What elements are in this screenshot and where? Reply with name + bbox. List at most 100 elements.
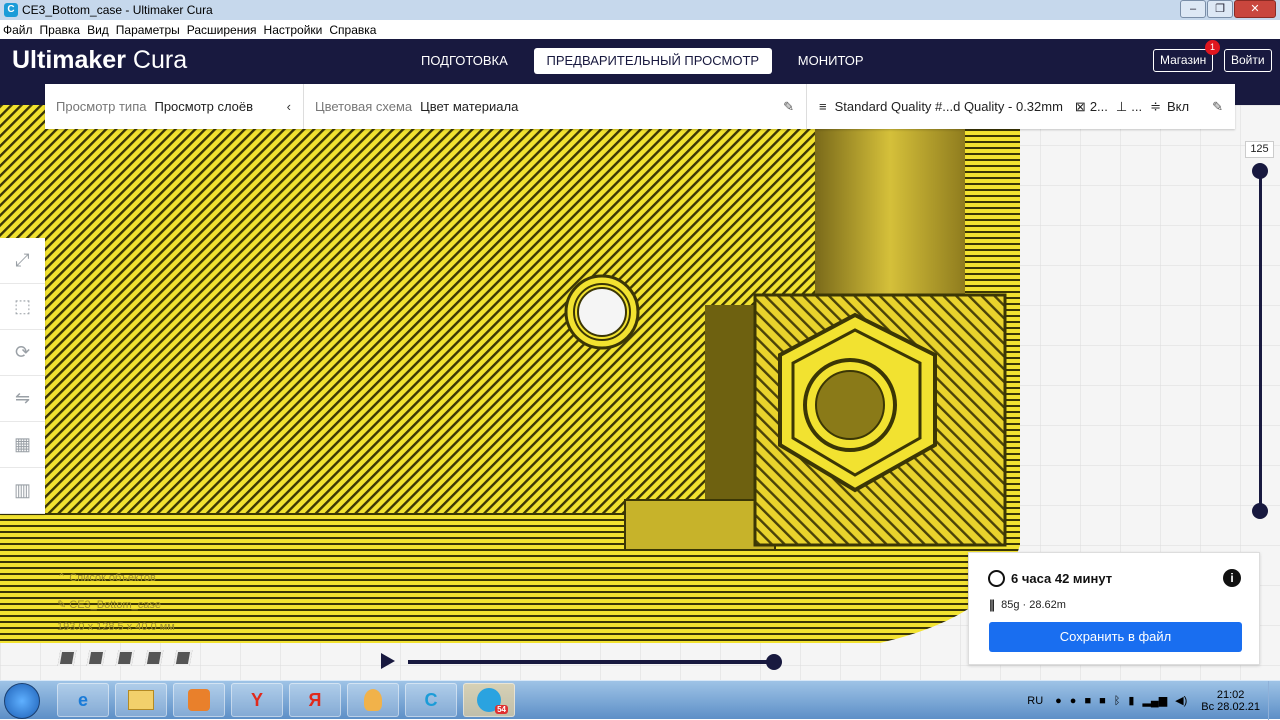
maximize-button[interactable]: ❐ bbox=[1207, 0, 1233, 18]
pencil-icon: ✎ bbox=[1212, 98, 1223, 114]
color-scheme-label: Цветовая схема bbox=[315, 99, 413, 114]
path-slider-handle[interactable] bbox=[766, 654, 782, 670]
signin-button[interactable]: Войти bbox=[1224, 49, 1272, 72]
adhesion-icon: ≑ bbox=[1150, 98, 1161, 114]
marketplace-button[interactable]: Магазин bbox=[1153, 49, 1214, 72]
network-icon[interactable]: ▂▄▆ bbox=[1142, 694, 1167, 707]
clock-time: 21:02 bbox=[1216, 688, 1245, 701]
support-icon: ⊥ bbox=[1115, 98, 1128, 114]
spool-icon: ||| bbox=[989, 597, 995, 612]
telegram-icon[interactable]: 54 bbox=[463, 683, 515, 717]
minimize-button[interactable]: – bbox=[1180, 0, 1206, 18]
object-dimensions: 193.0 x 128.5 x 40.0 мм bbox=[57, 621, 175, 633]
per-model-settings-icon[interactable]: ▦ bbox=[0, 422, 45, 468]
clock-icon bbox=[988, 570, 1005, 587]
yandex-icon[interactable]: Я bbox=[289, 683, 341, 717]
windows-taskbar: e Y Я C 54 RU ● ● ■ ■ ᛒ ▮ ▂▄▆ ◀) 21:02 В… bbox=[0, 680, 1280, 720]
tab-prepare[interactable]: ПОДГОТОВКА bbox=[405, 48, 524, 74]
volume-icon[interactable]: ◀) bbox=[1175, 694, 1187, 707]
media-player-icon[interactable] bbox=[173, 683, 225, 717]
marketplace-notification-badge: 1 bbox=[1205, 40, 1220, 55]
menu-preferences[interactable]: Настройки bbox=[264, 23, 323, 37]
support-blocker-icon[interactable]: ▥ bbox=[0, 468, 45, 514]
view-3d-icon[interactable] bbox=[57, 650, 77, 666]
view-right-icon[interactable] bbox=[173, 650, 193, 666]
menu-settings[interactable]: Параметры bbox=[116, 23, 180, 37]
info-icon[interactable]: i bbox=[1223, 569, 1241, 587]
tray-app-icon[interactable]: ● bbox=[1055, 695, 1062, 707]
ultimaker-cura-logo: Ultimaker Cura bbox=[12, 46, 187, 75]
layer-slider-track[interactable] bbox=[1259, 170, 1262, 512]
language-indicator[interactable]: RU bbox=[1027, 695, 1043, 707]
tray-app-icon[interactable]: ● bbox=[1070, 695, 1077, 707]
scale-tool-icon[interactable]: ⬚ bbox=[0, 284, 45, 330]
view-settings-toolbar: Просмотр типа Просмотр слоёв ‹ Цветовая … bbox=[45, 84, 1235, 129]
menu-help[interactable]: Справка bbox=[329, 23, 376, 37]
lightbulb-app-icon[interactable] bbox=[347, 683, 399, 717]
clock-date: Вс 28.02.21 bbox=[1201, 700, 1260, 713]
menu-bar: Файл Правка Вид Параметры Расширения Нас… bbox=[0, 20, 1280, 39]
view-type-selector[interactable]: Просмотр типа Просмотр слоёв ‹ bbox=[45, 84, 304, 129]
print-info-panel: 6 часа 42 минут i ||| 85g · 28.62m Сохра… bbox=[968, 552, 1260, 665]
menu-view[interactable]: Вид bbox=[87, 23, 109, 37]
menu-extensions[interactable]: Расширения bbox=[187, 23, 257, 37]
tool-panel: ⤢ ⬚ ⟳ ⇋ ▦ ▥ bbox=[0, 238, 45, 514]
bluetooth-icon[interactable]: ᛒ bbox=[1114, 695, 1121, 707]
color-scheme-selector[interactable]: Цветовая схема Цвет материала ✎ bbox=[304, 84, 807, 129]
view-left-icon[interactable] bbox=[144, 650, 164, 666]
tab-monitor[interactable]: МОНИТОР bbox=[782, 48, 880, 74]
close-button[interactable]: ✕ bbox=[1234, 0, 1276, 18]
tray-app-icon[interactable]: ■ bbox=[1084, 695, 1091, 707]
path-slider-track[interactable] bbox=[408, 660, 774, 664]
infill-value: 2... bbox=[1089, 99, 1108, 114]
profile-name: Standard Quality #...d Quality - 0.32mm bbox=[834, 99, 1063, 114]
stage-tabs: ПОДГОТОВКА ПРЕДВАРИТЕЛЬНЫЙ ПРОСМОТР МОНИ… bbox=[405, 48, 890, 74]
view-front-icon[interactable] bbox=[86, 650, 106, 666]
window-title: CE3_Bottom_case - Ultimaker Cura bbox=[22, 3, 213, 17]
save-to-file-button[interactable]: Сохранить в файл bbox=[989, 622, 1242, 652]
cura-app-icon: C bbox=[4, 3, 18, 17]
yandex-browser-icon[interactable]: Y bbox=[231, 683, 283, 717]
adhesion-value: Вкл bbox=[1166, 99, 1190, 114]
logo-light: Cura bbox=[132, 46, 188, 74]
quality-icon: ≡ bbox=[819, 99, 827, 114]
pencil-icon: ✎ bbox=[783, 98, 794, 114]
play-simulation-icon[interactable] bbox=[381, 653, 395, 669]
object-name-row: ✎ CE3_Bottom_case bbox=[57, 599, 161, 611]
logo-bold: Ultimaker bbox=[12, 46, 126, 74]
object-name: CE3_Bottom_case bbox=[69, 599, 161, 611]
view-type-label: Просмотр типа bbox=[56, 99, 147, 114]
layer-slider-lower-handle[interactable] bbox=[1252, 503, 1268, 519]
current-layer-input[interactable]: 125 bbox=[1245, 141, 1274, 158]
show-desktop-button[interactable] bbox=[1268, 681, 1280, 720]
material-usage: 85g · 28.62m bbox=[1001, 598, 1066, 611]
view-type-value: Просмотр слоёв bbox=[154, 99, 254, 114]
layer-slider-upper-handle[interactable] bbox=[1252, 163, 1268, 179]
view-top-icon[interactable] bbox=[115, 650, 135, 666]
power-icon[interactable]: ▮ bbox=[1128, 694, 1134, 707]
object-list-label: Список объектов bbox=[69, 572, 156, 584]
infill-icon: ⊠ bbox=[1074, 98, 1086, 114]
move-tool-icon[interactable]: ⤢ bbox=[0, 238, 45, 284]
menu-file[interactable]: Файл bbox=[3, 23, 33, 37]
rotate-tool-icon[interactable]: ⟳ bbox=[0, 330, 45, 376]
tab-preview[interactable]: ПРЕДВАРИТЕЛЬНЫЙ ПРОСМОТР bbox=[533, 48, 772, 74]
support-value: ... bbox=[1131, 99, 1143, 114]
chevron-left-icon: ‹ bbox=[286, 99, 291, 114]
print-settings-selector[interactable]: ≡ Standard Quality #...d Quality - 0.32m… bbox=[807, 84, 1235, 129]
start-button[interactable] bbox=[4, 683, 40, 719]
tray-app-icon[interactable]: ■ bbox=[1099, 695, 1106, 707]
print-time-row: 6 часа 42 минут bbox=[988, 570, 1112, 587]
telegram-unread-badge: 54 bbox=[495, 705, 508, 714]
camera-view-buttons bbox=[57, 650, 204, 666]
cura-taskbar-icon[interactable]: C bbox=[405, 683, 457, 717]
print-time: 6 часа 42 минут bbox=[1011, 571, 1113, 586]
object-list: ⌃ Список объектов ✎ CE3_Bottom_case 193.… bbox=[57, 571, 175, 633]
clock[interactable]: 21:02 Вс 28.02.21 bbox=[1201, 689, 1260, 713]
internet-explorer-icon[interactable]: e bbox=[57, 683, 109, 717]
menu-edit[interactable]: Правка bbox=[40, 23, 81, 37]
mirror-tool-icon[interactable]: ⇋ bbox=[0, 376, 45, 422]
object-list-toggle[interactable]: ⌃ Список объектов bbox=[57, 571, 175, 584]
color-scheme-value: Цвет материала bbox=[420, 99, 519, 114]
file-explorer-icon[interactable] bbox=[115, 683, 167, 717]
